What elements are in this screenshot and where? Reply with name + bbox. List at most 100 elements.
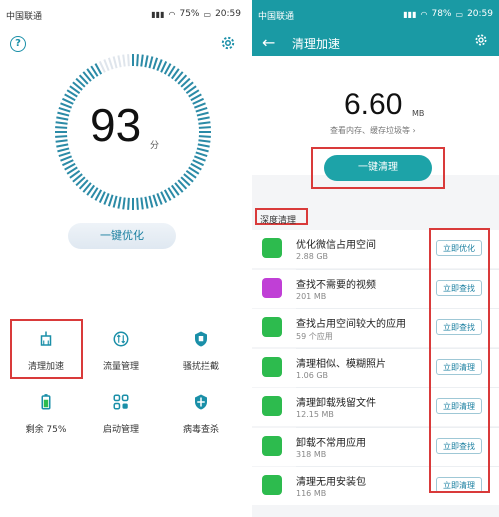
status-bar: 中国联通 ▮▮▮ ◠ 78% ▭ 20:59 xyxy=(252,0,499,28)
gauge-tick xyxy=(103,192,110,205)
grid-item-cleanup[interactable]: 清理加速 xyxy=(10,330,82,373)
signal-icon: ▮▮▮ xyxy=(403,9,417,19)
battery-icon: ▭ xyxy=(455,9,464,19)
gauge-tick xyxy=(136,54,139,67)
item-title: 查找不需要的视频 xyxy=(296,279,376,291)
item-title: 清理卸载残留文件 xyxy=(296,398,376,409)
battery-icon xyxy=(41,394,51,410)
settings-gear-icon[interactable] xyxy=(473,32,489,48)
gauge-tick xyxy=(55,121,68,125)
phone-manager-screen: 中国联通 ▮▮▮ ◠ 75% ▭ 20:59 ? 93 分 一键优化 清理加速 … xyxy=(0,0,247,517)
gauge-tick xyxy=(152,194,159,207)
grid-label: 病毒查杀 xyxy=(182,425,219,435)
help-icon[interactable]: ? xyxy=(10,36,26,52)
gauge-tick xyxy=(56,143,69,148)
gauge-tick xyxy=(136,197,139,210)
gauge-tick xyxy=(107,194,114,207)
gauge-tick xyxy=(196,147,209,153)
gauge-tick xyxy=(117,196,122,209)
startup-icon xyxy=(113,394,129,410)
uninstall-icon xyxy=(262,435,282,456)
gauge-tick xyxy=(148,195,154,208)
gauge-tick xyxy=(192,97,205,105)
grid-label: 清理加速 xyxy=(27,362,64,372)
gauge-tick xyxy=(196,111,209,117)
junk-size-value: 6.60 xyxy=(344,88,403,121)
grid-label: 骚扰拦截 xyxy=(182,362,219,372)
carrier-label: 中国联通 xyxy=(6,12,43,22)
gauge-tick xyxy=(127,197,130,210)
gauge-tick xyxy=(98,60,106,73)
junk-detail-link[interactable]: 查看内存、缓存垃圾等 › xyxy=(330,125,416,136)
score-unit: 分 xyxy=(150,141,160,151)
gauge-tick xyxy=(192,159,205,167)
item-title: 清理相似、模糊照片 xyxy=(296,358,386,370)
junk-detail-text: 查看内存、缓存垃圾等 xyxy=(330,126,410,135)
grid-label: 流量管理 xyxy=(102,362,139,372)
gauge-tick xyxy=(127,54,130,67)
gauge-tick xyxy=(98,191,106,204)
grid-item-data[interactable]: 流量管理 xyxy=(85,330,157,373)
wifi-icon: ◠ xyxy=(420,9,428,19)
gauge-tick xyxy=(61,97,74,105)
gauge-tick xyxy=(61,159,74,167)
gauge-tick xyxy=(193,102,206,109)
broom-icon xyxy=(40,331,52,346)
item-title: 卸载不常用应用 xyxy=(296,437,366,449)
gauge-tick xyxy=(60,102,73,109)
gauge-tick xyxy=(193,155,206,162)
gauge-tick xyxy=(195,106,208,113)
grid-item-antivirus[interactable]: 病毒查杀 xyxy=(165,393,237,436)
settings-gear-icon[interactable] xyxy=(219,34,237,52)
gauge-tick xyxy=(57,111,70,117)
video-icon xyxy=(262,277,282,298)
one-click-optimize-button[interactable]: 一键优化 xyxy=(68,223,176,249)
grid-item-startup[interactable]: 启动管理 xyxy=(85,393,157,436)
page-title: 清理加速 xyxy=(292,37,341,51)
wifi-icon: ◠ xyxy=(168,9,176,19)
item-size: 201 MB xyxy=(296,291,327,301)
gauge-tick xyxy=(122,197,126,210)
gauge-tick xyxy=(57,147,70,153)
item-size: 116 MB xyxy=(296,489,327,498)
carrier-label: 中国联通 xyxy=(258,12,295,22)
gauge-tick xyxy=(197,143,210,148)
gauge-tick xyxy=(144,55,149,68)
grid-item-block[interactable]: 骚扰拦截 xyxy=(165,330,237,373)
gauge-tick xyxy=(160,191,168,204)
hand-block-icon xyxy=(195,331,207,347)
package-icon xyxy=(262,475,282,495)
gauge-tick xyxy=(117,55,122,68)
gauge-tick xyxy=(55,139,68,143)
health-score: 93 xyxy=(90,99,142,151)
gauge-tick xyxy=(56,116,69,121)
gauge-tick xyxy=(112,56,118,69)
highlight-box xyxy=(429,228,490,493)
gauge-tick xyxy=(198,139,211,143)
status-bar: 中国联通 ▮▮▮ ◠ 75% ▭ 20:59 xyxy=(0,0,247,28)
gauge-tick xyxy=(152,57,159,70)
grid-label: 剩余 75% xyxy=(25,425,67,435)
junk-size-unit: MB xyxy=(412,109,425,118)
gauge-tick xyxy=(195,151,208,158)
item-title: 清理无用安装包 xyxy=(296,477,366,488)
gauge-tick xyxy=(148,56,154,69)
gauge-tick xyxy=(198,121,211,125)
section-deep-clean: 深度清理 xyxy=(260,216,297,226)
gauge-tick xyxy=(122,54,126,67)
data-traffic-icon xyxy=(113,331,129,347)
gauge-tick xyxy=(140,197,144,210)
gauge-tick xyxy=(58,106,71,113)
gauge-tick xyxy=(58,151,71,158)
shield-icon xyxy=(195,394,207,410)
item-size: 59 个应用 xyxy=(296,332,333,341)
gauge-tick xyxy=(60,155,73,162)
clock: 20:59 xyxy=(467,9,493,19)
back-arrow-icon[interactable]: ← xyxy=(262,33,275,52)
one-click-clean-button[interactable]: 一键清理 xyxy=(324,155,432,181)
gauge-tick xyxy=(140,54,144,67)
item-size: 12.15 MB xyxy=(296,410,334,419)
battery-icon: ▭ xyxy=(203,9,212,19)
grid-item-battery[interactable]: 剩余 75% xyxy=(10,393,82,436)
chevron-right-icon: › xyxy=(412,126,416,135)
